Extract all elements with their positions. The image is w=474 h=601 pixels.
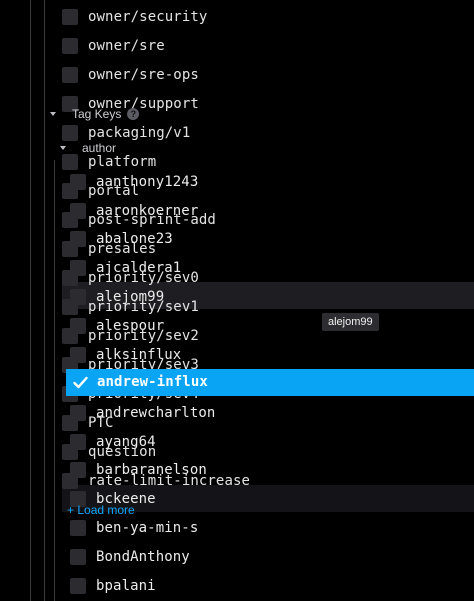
checkbox[interactable] — [62, 37, 78, 54]
tag-keys-header[interactable]: Tag Keys ? — [50, 107, 140, 121]
checkbox[interactable] — [70, 461, 86, 478]
tag-value-item[interactable]: owner/sre-ops — [62, 60, 199, 89]
author-label: aanthony1243 — [96, 173, 199, 190]
check-icon — [73, 376, 88, 389]
checkbox[interactable] — [70, 346, 86, 363]
tag-value-item[interactable]: owner/sre — [62, 31, 165, 60]
author-label: andrewcharlton — [96, 404, 216, 421]
author-item[interactable]: alejom99 — [70, 282, 164, 311]
tag-value-label: packaging/v1 — [88, 124, 191, 141]
checkbox[interactable] — [70, 548, 86, 565]
author-item[interactable]: aaronkoerner — [70, 196, 198, 225]
author-item-selected[interactable]: andrew-influx — [66, 369, 474, 396]
checkbox[interactable] — [70, 288, 86, 305]
author-item[interactable]: abalone23 — [70, 224, 173, 253]
checkbox[interactable] — [70, 230, 86, 247]
tag-value-label: owner/sre-ops — [88, 66, 199, 83]
author-label: ajcaldera1 — [96, 259, 182, 276]
author-label: andrew-influx — [97, 374, 208, 390]
tag-value-item[interactable]: owner/security — [62, 2, 207, 31]
author-header[interactable]: author — [60, 141, 116, 155]
tree-guide-line — [54, 160, 55, 601]
checkbox[interactable] — [70, 173, 86, 190]
author-label: abalone23 — [96, 230, 173, 247]
tree-guide-line — [44, 0, 45, 601]
author-label: aaronkoerner — [96, 202, 199, 219]
author-label: author — [82, 141, 117, 155]
author-item[interactable]: alksinflux — [70, 340, 181, 369]
caret-down-icon — [50, 112, 56, 116]
author-label: alespour — [96, 317, 165, 334]
help-icon[interactable]: ? — [127, 108, 140, 120]
author-item[interactable]: ben-ya-min-s — [70, 513, 198, 542]
author-label: barbaranelson — [96, 461, 207, 478]
author-item[interactable]: andrewcharlton — [70, 398, 215, 427]
author-item[interactable]: ayang64 — [70, 427, 156, 456]
tag-value-label: owner/security — [88, 8, 208, 25]
checkbox[interactable] — [70, 577, 86, 594]
checkbox[interactable] — [70, 259, 86, 276]
author-label: ayang64 — [96, 433, 156, 450]
author-label: bpalani — [96, 577, 156, 594]
checkbox[interactable] — [70, 317, 86, 334]
author-item[interactable]: alespour — [70, 311, 164, 340]
tree-guide-line — [30, 0, 31, 601]
tag-keys-label: Tag Keys — [72, 107, 122, 121]
checkbox-checked[interactable] — [72, 374, 89, 391]
author-item[interactable]: BondAnthony — [70, 542, 190, 571]
tooltip: alejom99 — [322, 313, 379, 331]
author-label: BondAnthony — [96, 548, 190, 565]
tag-value-label: owner/sre — [88, 37, 165, 54]
checkbox[interactable] — [70, 519, 86, 536]
checkbox[interactable] — [62, 124, 78, 141]
author-label: ben-ya-min-s — [96, 519, 199, 536]
author-label: alksinflux — [96, 346, 182, 363]
checkbox[interactable] — [70, 404, 86, 421]
checkbox[interactable] — [62, 66, 78, 83]
caret-down-icon — [60, 146, 66, 150]
checkbox[interactable] — [70, 202, 86, 219]
author-label: alejom99 — [96, 288, 165, 305]
checkbox[interactable] — [70, 433, 86, 450]
author-item[interactable]: bpalani — [70, 571, 156, 600]
author-item[interactable]: aanthony1243 — [70, 167, 198, 196]
author-item[interactable]: ajcaldera1 — [70, 253, 181, 282]
author-item[interactable]: barbaranelson — [70, 455, 207, 484]
checkbox[interactable] — [62, 8, 78, 25]
load-more-link[interactable]: + Load more — [67, 503, 135, 517]
